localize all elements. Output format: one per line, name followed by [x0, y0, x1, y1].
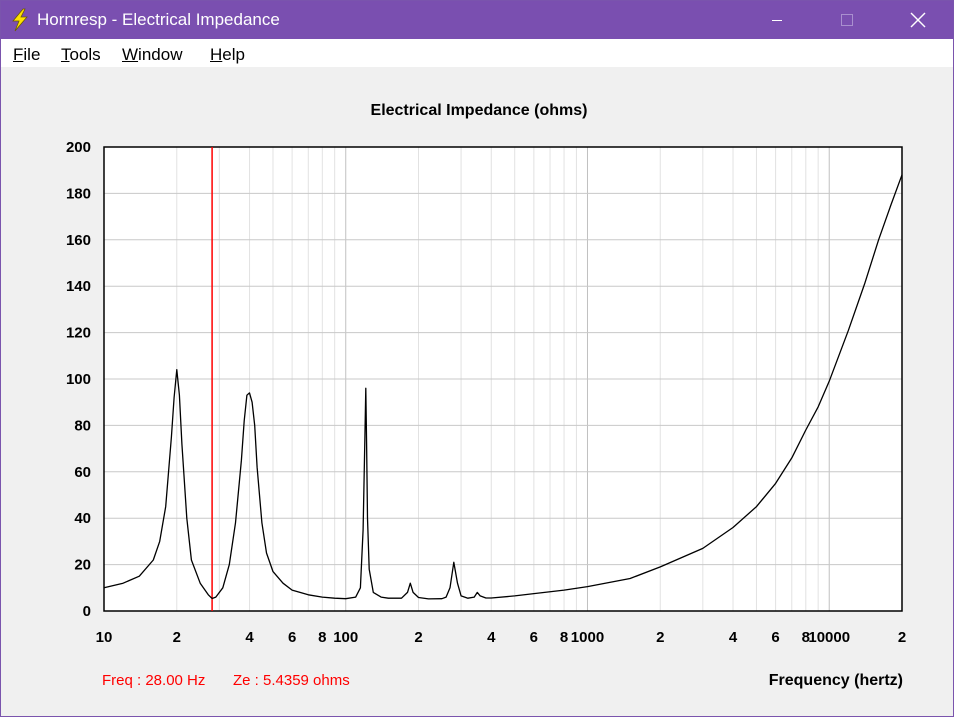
- y-tick-label: 40: [74, 510, 91, 527]
- x-tick-label: 8: [560, 629, 568, 646]
- app-window: Hornresp - Electrical Impedance File Too…: [0, 0, 954, 717]
- y-tick-label: 80: [74, 417, 91, 434]
- menu-tools[interactable]: Tools: [61, 45, 101, 65]
- title-bar[interactable]: Hornresp - Electrical Impedance: [1, 1, 953, 39]
- maximize-button[interactable]: [823, 1, 869, 39]
- menu-file[interactable]: File: [13, 45, 40, 65]
- maximize-icon: [841, 14, 853, 26]
- x-tick-label: 2: [656, 629, 664, 646]
- minimize-icon: [772, 20, 782, 21]
- minimize-button[interactable]: [753, 1, 799, 39]
- y-tick-label: 180: [66, 185, 91, 202]
- x-tick-label: 8: [318, 629, 326, 646]
- x-tick-label: 2: [898, 629, 906, 646]
- menu-bar: File Tools Window Help: [1, 39, 953, 67]
- chart-panel: 0 20 40 60 80 100 120 140 160 180 200 10 2 4 6 8 100 2 4 6 8…: [1, 67, 953, 716]
- x-tick-label: 10: [96, 629, 113, 646]
- x-tick-label: 10000: [808, 629, 850, 646]
- impedance-chart[interactable]: 02040608010012014016018020010 2 4 6 8 100 2 4 6 8…: [1, 67, 953, 716]
- x-tick-label: 1000: [571, 629, 604, 646]
- impedance-readout: Ze : 5.4359 ohms: [233, 672, 350, 689]
- y-tick-label: 0: [83, 603, 91, 620]
- x-tick-label: 2: [414, 629, 422, 646]
- y-tick-label: 60: [74, 464, 91, 481]
- y-tick-label: 20: [74, 557, 91, 574]
- x-tick-label: 4: [487, 629, 496, 646]
- y-tick-label: 140: [66, 278, 91, 295]
- x-tick-label: 2: [173, 629, 181, 646]
- y-tick-label: 100: [66, 371, 91, 388]
- frequency-readout: Freq : 28.00 Hz: [102, 672, 206, 689]
- y-tick-label: 120: [66, 325, 91, 342]
- lightning-bolt-icon: [12, 8, 28, 32]
- x-tick-label: 4: [729, 629, 738, 646]
- close-icon: [910, 12, 926, 28]
- x-tick-label: 6: [771, 629, 779, 646]
- menu-window[interactable]: Window: [122, 45, 182, 65]
- x-tick-label: 6: [530, 629, 538, 646]
- chart-title: Electrical Impedance (ohms): [371, 102, 588, 119]
- y-tick-label: 200: [66, 139, 91, 156]
- close-button[interactable]: [893, 1, 939, 39]
- menu-help[interactable]: Help: [210, 45, 245, 65]
- y-tick-label: 160: [66, 232, 91, 249]
- x-tick-label: 100: [333, 629, 358, 646]
- x-tick-label: 4: [245, 629, 254, 646]
- window-title: Hornresp - Electrical Impedance: [37, 10, 280, 29]
- x-tick-label: 6: [288, 629, 296, 646]
- x-axis-label: Frequency (hertz): [769, 672, 903, 689]
